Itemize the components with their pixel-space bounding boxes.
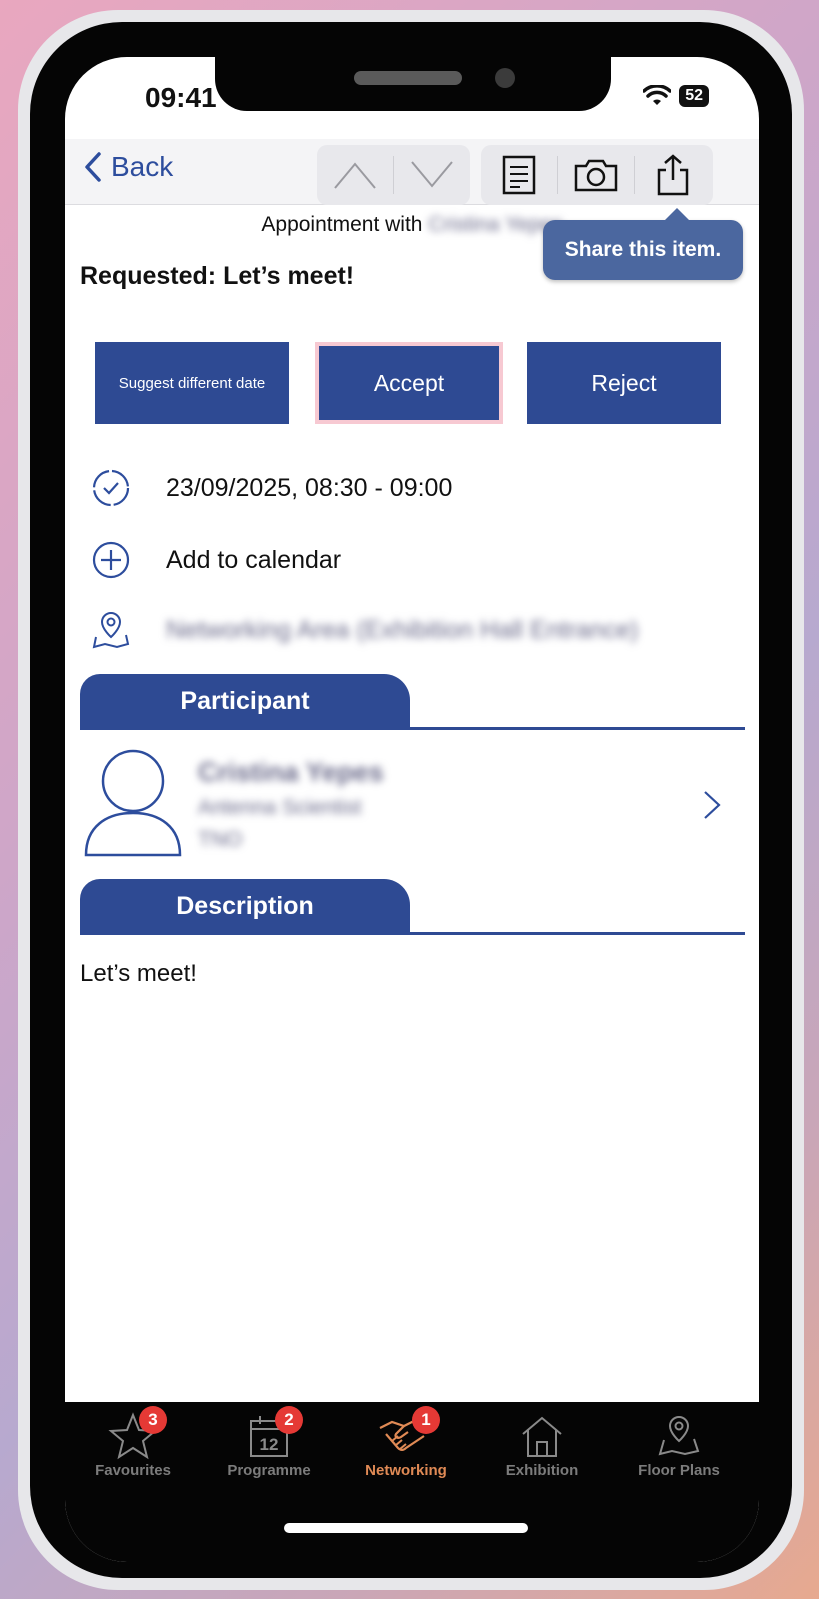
- tab-exhibition[interactable]: Exhibition: [477, 1410, 607, 1479]
- chevron-down-icon: [411, 161, 453, 188]
- status-icons: 52: [643, 85, 709, 107]
- svg-text:12: 12: [260, 1435, 279, 1454]
- status-time: 09:41: [145, 82, 217, 113]
- tab-label: Networking: [365, 1462, 447, 1479]
- tab-icon-wrap: 12 2: [239, 1406, 303, 1462]
- tab-label: Programme: [227, 1462, 311, 1479]
- bottom-tab-bar: 3 Favourites 12 2 Programme 1 Networking…: [65, 1402, 759, 1562]
- tab-label: Favourites: [95, 1462, 171, 1479]
- note-icon: [502, 155, 536, 195]
- accept-button[interactable]: Accept: [315, 342, 503, 424]
- notes-button[interactable]: [481, 145, 557, 205]
- chevron-right-icon: [704, 791, 721, 819]
- tab-networking[interactable]: 1 Networking: [341, 1406, 471, 1479]
- back-button[interactable]: Back: [83, 151, 173, 183]
- tab-favourites[interactable]: 3 Favourites: [68, 1406, 198, 1479]
- wifi-icon: [643, 85, 672, 105]
- participant-role: Antenna Scientist: [198, 796, 362, 819]
- share-button[interactable]: [635, 145, 711, 205]
- description-section-header: Description: [80, 879, 745, 935]
- front-camera: [495, 68, 515, 88]
- speaker-grille: [354, 71, 462, 85]
- programme-badge: 2: [275, 1406, 303, 1434]
- tab-icon-wrap: [649, 1410, 709, 1462]
- tab-label: Exhibition: [505, 1462, 579, 1479]
- description-text: Let’s meet!: [80, 960, 197, 987]
- add-calendar-label: Add to calendar: [166, 545, 342, 574]
- nav-bar: Back: [65, 139, 759, 205]
- toolbar-group: [481, 145, 713, 205]
- participant-name: Cristina Yepes: [198, 757, 384, 787]
- tab-label: Floor Plans: [638, 1462, 720, 1479]
- home-indicator[interactable]: [284, 1523, 528, 1533]
- datetime-text: 23/09/2025, 08:30 - 09:00: [166, 473, 453, 502]
- app-screen: 09:41 52 Back Appointment with Cristina …: [65, 57, 759, 1562]
- location-text: Networking Area (Exhibition Hall Entranc…: [166, 615, 639, 644]
- location-row: Networking Area (Exhibition Hall Entranc…: [90, 609, 638, 651]
- reject-button[interactable]: Reject: [527, 342, 721, 424]
- tab-icon-wrap: 1: [376, 1406, 440, 1462]
- tab-icon-wrap: 3: [103, 1406, 167, 1462]
- datetime-row: 23/09/2025, 08:30 - 09:00: [90, 467, 452, 509]
- tab-icon-wrap: [512, 1410, 572, 1462]
- clock-icon: [92, 469, 130, 507]
- section-divider: [80, 727, 745, 730]
- house-icon: [522, 1416, 562, 1457]
- camera-button[interactable]: [558, 145, 634, 205]
- share-tooltip: Share this item.: [543, 208, 743, 280]
- participant-section-title: Participant: [80, 674, 410, 728]
- subtitle-prefix: Appointment with: [261, 213, 423, 236]
- participant-info: Cristina Yepes Antenna Scientist TNO: [198, 757, 384, 852]
- tab-programme[interactable]: 12 2 Programme: [204, 1406, 334, 1479]
- back-label: Back: [111, 151, 174, 182]
- networking-badge: 1: [412, 1406, 440, 1434]
- avatar-icon: [84, 749, 182, 857]
- share-icon: [657, 154, 689, 196]
- suggest-date-button[interactable]: Suggest different date: [95, 342, 289, 424]
- camera-icon: [574, 159, 618, 192]
- chevron-left-icon: [85, 152, 101, 182]
- prev-next-group: [317, 145, 470, 205]
- battery-icon: 52: [679, 85, 709, 107]
- request-status: Requested: Let’s meet!: [80, 262, 355, 290]
- tab-floor-plans[interactable]: Floor Plans: [614, 1410, 744, 1479]
- participant-row[interactable]: Cristina Yepes Antenna Scientist TNO: [80, 747, 745, 867]
- section-divider: [80, 932, 745, 935]
- participant-section-header: Participant: [80, 674, 745, 730]
- description-section-title: Description: [80, 879, 410, 933]
- next-item-button[interactable]: [394, 145, 470, 205]
- previous-item-button[interactable]: [317, 145, 393, 205]
- add-calendar-row[interactable]: Add to calendar: [90, 539, 341, 581]
- map-pin-icon: [658, 1415, 700, 1456]
- chevron-up-icon: [334, 162, 376, 189]
- plus-circle-icon: [92, 541, 130, 579]
- favourites-badge: 3: [139, 1406, 167, 1434]
- participant-org: TNO: [198, 828, 243, 851]
- map-pin-icon: [92, 611, 130, 649]
